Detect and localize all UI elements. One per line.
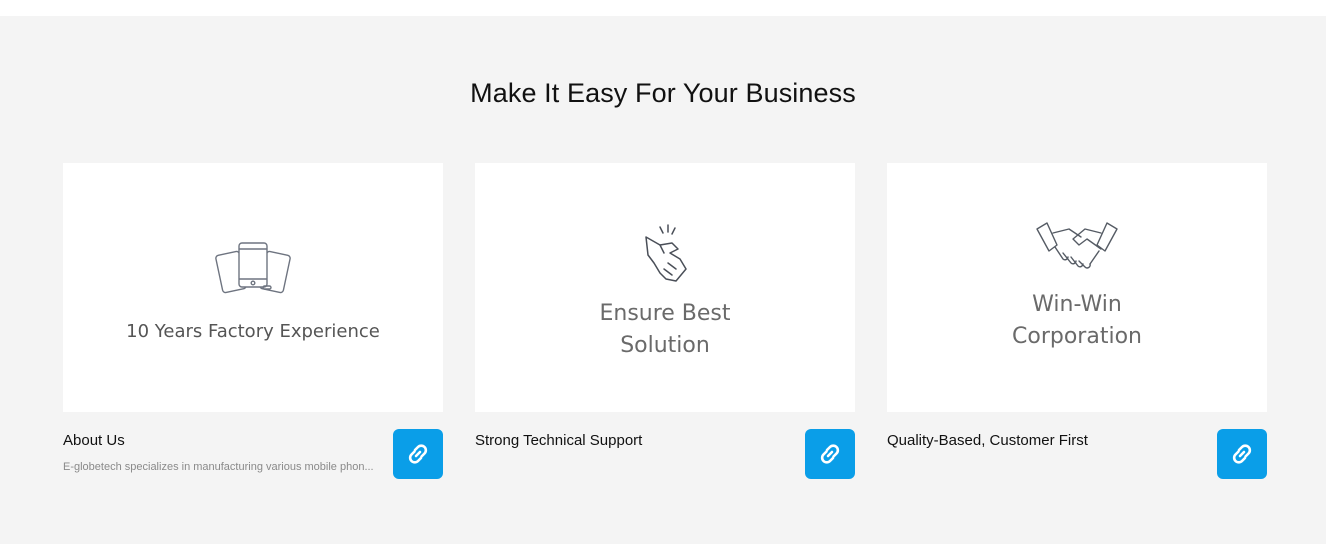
card-image-text-line-2: Solution xyxy=(620,333,710,358)
link-button[interactable] xyxy=(393,429,443,479)
card-description: E-globetech specializes in manufacturing… xyxy=(63,461,374,473)
mobile-devices-icon xyxy=(215,242,291,294)
card-image-text-line-1: Win-Win xyxy=(1032,292,1122,317)
card-title[interactable]: About Us xyxy=(63,432,383,450)
card-image-text-line-2: Corporation xyxy=(1012,324,1142,349)
card-title[interactable]: Quality-Based, Customer First xyxy=(887,432,1207,450)
card-image-text: Win-Win Corporation xyxy=(887,289,1267,353)
link-icon xyxy=(408,444,428,464)
card-image[interactable]: 10 Years Factory Experience xyxy=(63,163,443,412)
card-quality: Win-Win Corporation Quality-Based, Custo… xyxy=(887,163,1267,479)
handshake-icon xyxy=(1036,222,1118,269)
finger-snap-icon xyxy=(645,224,687,282)
section-title: Make It Easy For Your Business xyxy=(470,78,856,108)
link-icon xyxy=(1232,444,1252,464)
link-button[interactable] xyxy=(805,429,855,479)
card-image-text-line-1: Ensure Best xyxy=(599,301,731,326)
card-image[interactable]: Win-Win Corporation xyxy=(887,163,1267,412)
card-title[interactable]: Strong Technical Support xyxy=(475,432,795,450)
card-image[interactable]: Ensure Best Solution xyxy=(475,163,855,412)
link-icon xyxy=(820,444,840,464)
card-about-us: 10 Years Factory Experience About Us E-g… xyxy=(63,163,443,479)
link-button[interactable] xyxy=(1217,429,1267,479)
business-section: Make It Easy For Your Business 10 Years … xyxy=(0,16,1326,544)
card-technical-support: Ensure Best Solution Strong Technical Su… xyxy=(475,163,855,479)
card-image-text: Ensure Best Solution xyxy=(475,298,855,362)
card-image-text: 10 Years Factory Experience xyxy=(126,321,380,342)
